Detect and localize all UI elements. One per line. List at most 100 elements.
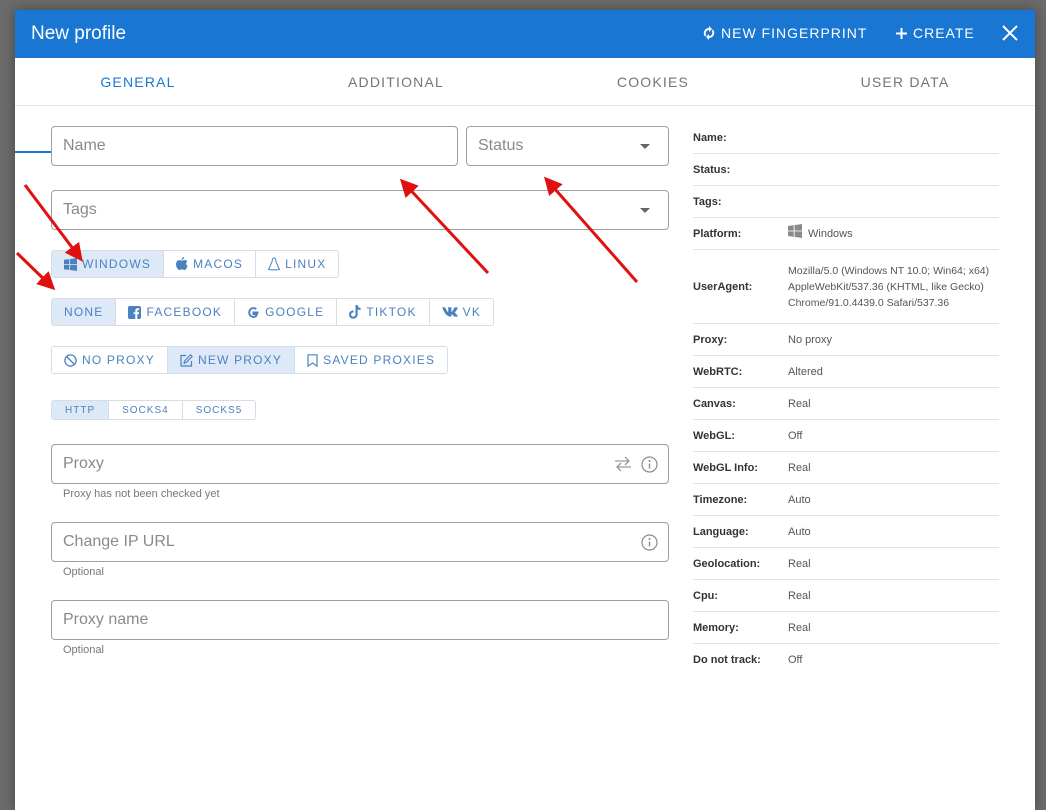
os-macos-label: MACOS <box>193 257 244 271</box>
summary-row-proxy: Proxy: No proxy <box>693 324 999 356</box>
summary-value: Off <box>788 429 803 442</box>
summary-value: Real <box>788 557 811 570</box>
tab-additional[interactable]: ADDITIONAL <box>267 58 525 106</box>
summary-row-platform: Platform: Windows <box>693 218 999 250</box>
summary-key: Platform: <box>693 227 742 240</box>
os-windows-label: WINDOWS <box>82 257 152 271</box>
info-icon[interactable] <box>641 456 658 478</box>
summary-row-canvas: Canvas: Real <box>693 388 999 420</box>
no-proxy-button[interactable]: NO PROXY <box>52 347 168 373</box>
info-icon[interactable] <box>641 534 658 556</box>
status-input[interactable] <box>478 127 628 165</box>
name-input[interactable] <box>63 127 443 165</box>
summary-value: Real <box>788 621 811 634</box>
protocol-socks5-button[interactable]: SOCKS5 <box>183 401 256 419</box>
summary-value: Off <box>788 654 803 666</box>
edit-icon <box>180 353 193 367</box>
tab-general[interactable]: GENERAL <box>15 58 261 106</box>
protocol-http-button[interactable]: HTTP <box>52 401 110 419</box>
plus-icon <box>896 27 907 39</box>
summary-key: Timezone: <box>693 493 748 506</box>
new-profile-dialog: New profile NEW FINGERPRINT CREATE GENER… <box>15 10 1035 810</box>
saved-proxies-button[interactable]: SAVED PROXIES <box>295 347 447 373</box>
new-proxy-label: NEW PROXY <box>197 353 283 367</box>
create-button[interactable]: CREATE <box>896 25 975 41</box>
chevron-down-icon <box>640 208 650 213</box>
proxy-mode-button-group: NO PROXY NEW PROXY SAVED PROXIES <box>51 346 449 374</box>
summary-value: Auto <box>788 493 811 506</box>
windows-icon <box>64 257 77 271</box>
protocol-http-label: HTTP <box>65 404 96 416</box>
proxy-input[interactable] <box>63 445 593 483</box>
summary-row-webgl-info: WebGL Info: Real <box>693 452 999 484</box>
apple-icon <box>176 257 188 271</box>
new-proxy-button[interactable]: NEW PROXY <box>167 347 296 373</box>
summary-key: Canvas: <box>693 397 736 410</box>
vk-icon <box>441 307 458 317</box>
site-google-label: GOOGLE <box>265 305 325 319</box>
status-select[interactable] <box>466 126 669 166</box>
new-fingerprint-label: NEW FINGERPRINT <box>721 25 868 41</box>
summary-value: Windows <box>808 227 853 240</box>
site-vk-button[interactable]: VK <box>430 299 493 325</box>
site-none-button[interactable]: NONE <box>52 299 117 325</box>
os-macos-button[interactable]: MACOS <box>164 251 257 277</box>
tags-select[interactable] <box>51 190 669 230</box>
swap-icon[interactable] <box>614 456 632 477</box>
summary-value: Real <box>788 397 811 410</box>
change-ip-url-input[interactable] <box>63 523 623 561</box>
protocol-socks4-button[interactable]: SOCKS4 <box>109 401 183 419</box>
site-button-group: NONE FACEBOOK GOOGLE TIKTOK VK <box>51 298 495 326</box>
change-ip-url-hint: Optional <box>63 566 104 578</box>
summary-row-cpu: Cpu: Real <box>693 580 999 612</box>
proxy-field <box>51 444 669 484</box>
summary-row-memory: Memory: Real <box>693 612 999 644</box>
site-google-button[interactable]: GOOGLE <box>235 299 338 325</box>
os-linux-label: LINUX <box>285 257 327 271</box>
tab-user-data[interactable]: USER DATA <box>781 58 1029 106</box>
refresh-icon <box>703 26 715 40</box>
no-proxy-label: NO PROXY <box>82 353 155 367</box>
tiktok-icon <box>349 305 361 319</box>
proxy-name-input[interactable] <box>63 601 653 639</box>
facebook-icon <box>128 305 142 319</box>
block-icon <box>64 353 77 367</box>
linux-icon <box>268 257 281 271</box>
summary-key: Tags: <box>693 195 722 208</box>
tags-input[interactable] <box>63 191 623 229</box>
summary-key: UserAgent: <box>693 280 753 293</box>
summary-value: Auto <box>788 525 811 538</box>
site-tiktok-button[interactable]: TIKTOK <box>337 299 430 325</box>
proxy-hint: Proxy has not been checked yet <box>63 488 220 500</box>
proxy-name-field <box>51 600 669 640</box>
site-none-label: NONE <box>64 305 104 319</box>
change-ip-url-field <box>51 522 669 562</box>
summary-row-geolocation: Geolocation: Real <box>693 548 999 580</box>
summary-row-name: Name: <box>693 122 999 154</box>
summary-row-webrtc: WebRTC: Altered <box>693 356 999 388</box>
profile-summary-panel: Name: Status: Tags: Platform: Windows Us… <box>693 122 999 676</box>
summary-key: Language: <box>693 525 749 538</box>
summary-key: Status: <box>693 163 731 176</box>
summary-value: Real <box>788 461 811 474</box>
site-facebook-button[interactable]: FACEBOOK <box>116 299 236 325</box>
summary-row-timezone: Timezone: Auto <box>693 484 999 516</box>
protocol-socks5-label: SOCKS5 <box>195 404 243 416</box>
protocol-button-group: HTTP SOCKS4 SOCKS5 <box>51 400 257 420</box>
os-button-group: WINDOWS MACOS LINUX <box>51 250 340 278</box>
close-icon[interactable] <box>1001 24 1019 47</box>
site-facebook-label: FACEBOOK <box>146 305 223 319</box>
new-fingerprint-button[interactable]: NEW FINGERPRINT <box>703 25 867 41</box>
summary-key: WebGL: <box>693 429 735 442</box>
site-vk-label: VK <box>462 305 482 319</box>
os-windows-button[interactable]: WINDOWS <box>52 251 165 277</box>
tab-cookies[interactable]: COOKIES <box>525 58 781 106</box>
os-linux-button[interactable]: LINUX <box>256 251 338 277</box>
windows-icon <box>788 224 802 243</box>
summary-key: WebGL Info: <box>693 461 758 474</box>
summary-key: Cpu: <box>693 589 719 602</box>
name-field <box>51 126 458 166</box>
summary-row-status: Status: <box>693 154 999 186</box>
summary-key: Proxy: <box>693 333 728 346</box>
dialog-header: New profile NEW FINGERPRINT CREATE <box>15 10 1035 58</box>
